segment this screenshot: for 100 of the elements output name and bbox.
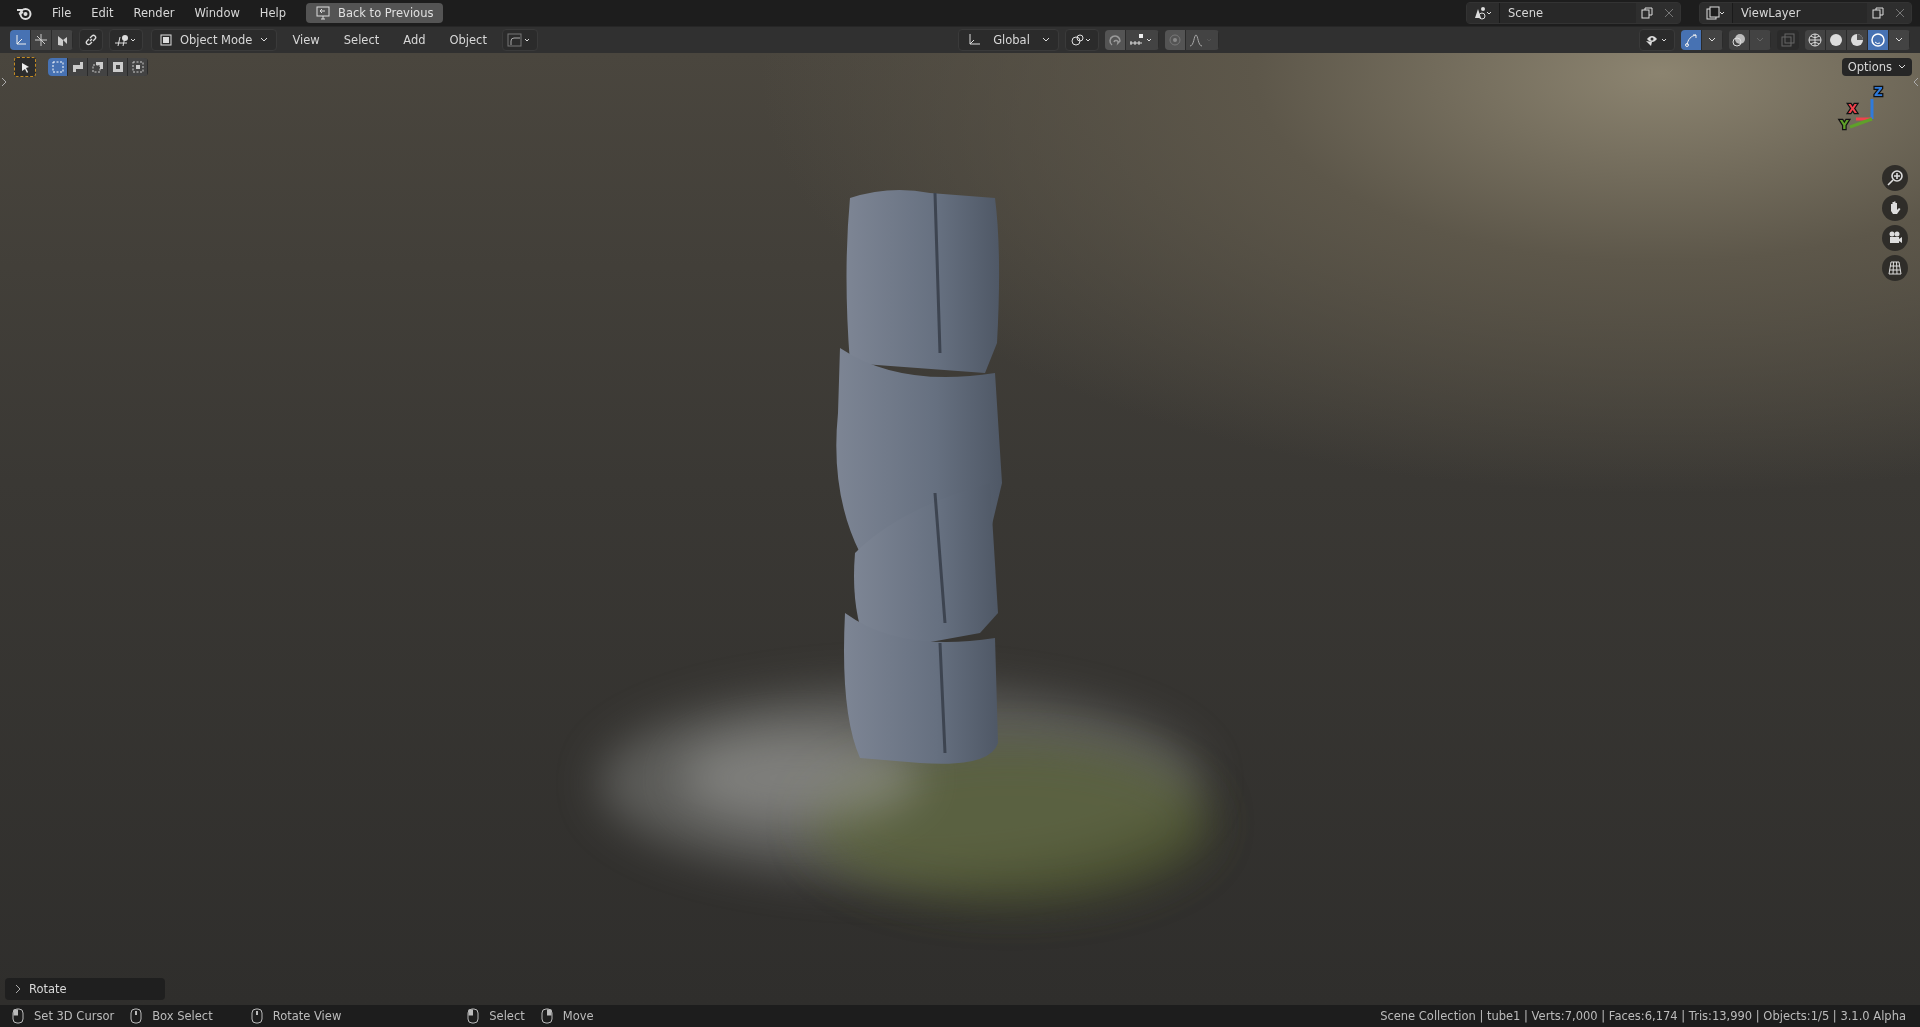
proportional-editing-button[interactable] — [1164, 30, 1186, 50]
pivot-point-dropdown[interactable] — [1064, 29, 1099, 51]
projection-button[interactable] — [1882, 255, 1908, 281]
transform-mode-button[interactable] — [10, 30, 31, 50]
header-menu-item[interactable]: Add — [394, 33, 435, 47]
camera-view-button[interactable] — [1882, 225, 1908, 251]
selection-mode-icon — [70, 60, 85, 74]
scene-statistics: Scene Collection | tube1 | Verts:7,000 | Faces:6,174 | Tris:13,990 | Objects:1/5 | 3.1.0 Alpha — [1380, 1009, 1907, 1023]
snap-toggle-button[interactable] — [1104, 30, 1126, 50]
mouse-icon — [10, 1008, 26, 1024]
axis-label: X — [1848, 102, 1858, 116]
caret-icon — [1708, 37, 1716, 43]
last-operator-panel[interactable]: Rotate — [5, 978, 165, 1000]
close-button[interactable] — [1658, 3, 1680, 23]
sphere-icon — [1871, 33, 1885, 47]
copy-button[interactable] — [1867, 3, 1889, 23]
transform-mode-button[interactable] — [31, 30, 52, 50]
close-icon — [1664, 8, 1674, 18]
grid-icon — [1887, 260, 1903, 276]
selection-mode-button[interactable] — [108, 58, 128, 76]
copy-button[interactable] — [1636, 3, 1658, 23]
pivot-dropdown[interactable] — [109, 29, 143, 51]
chevron-icon — [15, 984, 21, 994]
status-hint-label: Rotate View — [272, 1009, 342, 1023]
axis-label: Z — [1874, 85, 1883, 99]
square-icon — [160, 34, 172, 46]
link-icon — [84, 33, 98, 47]
axes-icon — [967, 33, 982, 47]
scene-selector[interactable] — [1467, 3, 1500, 23]
back-to-previous-button[interactable]: Back to Previous — [306, 3, 444, 23]
selection-mode-button[interactable] — [88, 58, 108, 76]
menu-item[interactable]: Render — [125, 3, 183, 23]
visibility-dropdown[interactable] — [1639, 29, 1675, 51]
selection-mode-button[interactable] — [48, 58, 68, 76]
selection-mode-icon — [110, 60, 125, 74]
shading-mode-button[interactable] — [1847, 30, 1868, 50]
mouse-icon — [128, 1008, 145, 1024]
copy-icon — [1872, 7, 1884, 19]
transform-mode-button[interactable] — [52, 30, 73, 50]
monitor-icon — [316, 6, 331, 20]
shading-mode-button[interactable] — [1805, 30, 1826, 50]
snap-increment-dropdown[interactable] — [1125, 30, 1159, 50]
select-tool-button[interactable] — [14, 57, 36, 77]
mouse-icon — [465, 1008, 482, 1024]
sphere-icon — [1850, 33, 1864, 47]
link-button[interactable] — [79, 29, 103, 51]
layers-icon — [1706, 6, 1726, 20]
status-hint-label: Select — [489, 1009, 525, 1023]
selection-mode-icon — [50, 60, 65, 74]
zoom-button[interactable] — [1882, 165, 1908, 191]
overlays-icon — [1732, 33, 1746, 47]
options-dropdown[interactable]: Options — [1841, 58, 1912, 76]
menu-item[interactable]: Help — [251, 3, 295, 23]
falloff-dropdown[interactable] — [1185, 30, 1219, 50]
shading-mode-button[interactable] — [1826, 30, 1847, 50]
selection-mode-icon — [130, 60, 145, 74]
close-icon — [1895, 8, 1905, 18]
header-menu-item[interactable]: Object — [440, 33, 496, 47]
shading-dropdown[interactable] — [501, 29, 538, 51]
mouse-icon — [248, 1008, 265, 1024]
camera-icon — [1887, 230, 1903, 246]
grid-point-icon — [114, 33, 138, 47]
status-hint-label: Set 3D Cursor — [34, 1009, 115, 1023]
caret-icon — [260, 37, 269, 43]
transform-icon — [13, 33, 27, 47]
selection-mode-button[interactable] — [68, 58, 88, 76]
chevron-icon[interactable] — [1, 77, 7, 87]
gizmo-icon — [1684, 33, 1698, 47]
shading-mode-button[interactable] — [1868, 30, 1889, 50]
selection-mode-button[interactable] — [128, 58, 148, 76]
magnet-icon — [1107, 33, 1122, 47]
sphere-icon — [1829, 33, 1843, 47]
transform-icon — [34, 33, 48, 47]
xray-toggle-button[interactable] — [1777, 30, 1799, 50]
view-layer-selector[interactable] — [1700, 3, 1733, 23]
scene-icon — [1473, 6, 1493, 20]
selection-mode-icon — [90, 60, 105, 74]
gizmo-toggle-button[interactable] — [1681, 30, 1702, 50]
app-logo-icon[interactable] — [16, 5, 32, 21]
header-menu-item[interactable]: Select — [334, 33, 389, 47]
axis-label: Y — [1840, 118, 1849, 132]
zoom-icon — [1887, 170, 1903, 186]
target-icon — [1167, 33, 1182, 47]
transform-icon — [55, 33, 69, 47]
overlays-toggle-button[interactable] — [1729, 30, 1750, 50]
mode-dropdown[interactable]: Object Mode — [151, 29, 278, 51]
pan-button[interactable] — [1882, 195, 1908, 221]
caret-icon — [1895, 37, 1903, 43]
caret-icon — [1041, 37, 1050, 43]
header-menu-item[interactable]: View — [283, 33, 329, 47]
caret-icon — [1898, 64, 1906, 70]
menu-item[interactable]: Edit — [83, 3, 122, 23]
sphere-icon — [1808, 33, 1822, 47]
mouse-icon — [538, 1008, 555, 1024]
menu-item[interactable]: Window — [186, 3, 248, 23]
xray-icon — [1781, 33, 1795, 47]
orientation-dropdown[interactable]: Global — [958, 29, 1059, 51]
close-button[interactable] — [1889, 3, 1911, 23]
last-operator-label: Rotate — [29, 982, 67, 996]
menu-item[interactable]: File — [44, 3, 80, 23]
